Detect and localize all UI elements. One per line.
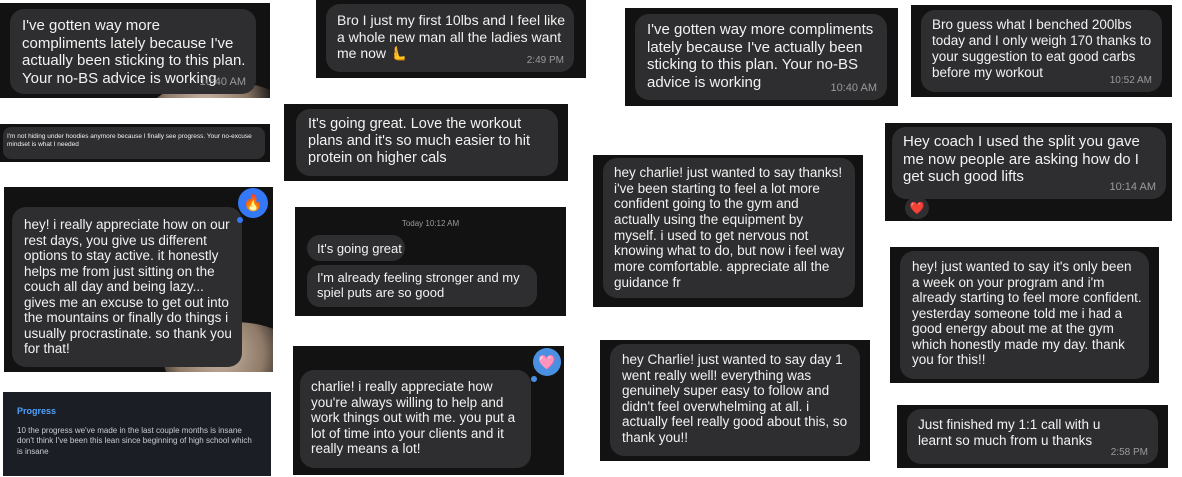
message-text: Bro guess what I benched 200lbs today an…: [932, 17, 1152, 80]
message-text: charlie! i really appreciate how you're …: [311, 379, 516, 457]
message-bubble: It's going great. Love the workout plans…: [296, 109, 558, 176]
message-time: 10:40 AM: [830, 82, 877, 95]
fire-reaction: 🔥: [238, 188, 268, 218]
message-text: Just finished my 1:1 call with u learnt …: [918, 417, 1101, 448]
heart-icon: ❤️: [909, 201, 925, 215]
message-text: 10 the progress we've made in the last c…: [17, 426, 252, 456]
message-bubble: Bro guess what I benched 200lbs today an…: [921, 10, 1162, 92]
message-text: hey Charlie! just wanted to say day 1 we…: [622, 352, 848, 445]
heart-reaction: ❤️: [905, 197, 929, 219]
message-text: I'm already feeling stronger and my spie…: [317, 270, 520, 301]
message-bubble: I'm already feeling stronger and my spie…: [307, 265, 537, 307]
message-bubble: charlie! i really appreciate how you're …: [300, 370, 531, 468]
message-card: hey Charlie! just wanted to say day 1 we…: [600, 340, 870, 461]
message-bubble: hey! just wanted to say it's only been a…: [900, 251, 1149, 379]
message-time: 10:14 AM: [1109, 181, 1156, 194]
message-bubble: Hey coach I used the split you gave me n…: [892, 127, 1166, 199]
message-text: Bro I just my first 10lbs and I feel lik…: [337, 12, 565, 62]
message-card: Bro guess what I benched 200lbs today an…: [911, 5, 1172, 97]
message-text: hey! just wanted to say it's only been a…: [912, 259, 1142, 368]
message-card: hey charlie! just wanted to say thanks! …: [593, 155, 863, 307]
conversation-card: Today 10:12 AM It's going great I'm alre…: [295, 207, 566, 316]
message-text: It's going great. Love the workout plans…: [308, 116, 530, 167]
message-bubble: It's going great: [307, 235, 405, 261]
message-bubble: Just finished my 1:1 call with u learnt …: [907, 409, 1158, 464]
message-bubble: I'm not hiding under hoodies anymore bec…: [3, 127, 265, 159]
message-card: Progress 10 the progress we've made in t…: [3, 392, 271, 476]
reaction-tail-dot: [531, 376, 537, 382]
pink-heart-icon: 🩷: [538, 353, 556, 370]
message-text: Hey coach I used the split you gave me n…: [903, 133, 1140, 186]
message-bubble: Bro I just my first 10lbs and I feel lik…: [326, 4, 574, 72]
reaction-tail-dot: [237, 217, 243, 223]
message-card: hey! i really appreciate how on our rest…: [4, 187, 273, 372]
fire-icon: 🔥: [243, 195, 263, 212]
message-card: I've gotten way more compliments lately …: [0, 3, 270, 98]
message-text: I'm not hiding under hoodies anymore bec…: [7, 133, 252, 148]
message-text: hey charlie! just wanted to say thanks! …: [614, 165, 845, 290]
message-text: It's going great: [317, 241, 402, 256]
message-bubble: hey! i really appreciate how on our rest…: [12, 207, 242, 367]
message-card: Just finished my 1:1 call with u learnt …: [897, 405, 1168, 468]
message-card: It's going great. Love the workout plans…: [284, 104, 568, 181]
message-bubble: I've gotten way more compliments lately …: [10, 9, 256, 94]
message-card: hey! just wanted to say it's only been a…: [890, 247, 1159, 383]
message-time: 2:58 PM: [1110, 447, 1148, 459]
message-time: 2:49 PM: [526, 55, 564, 67]
message-time: 10:52 AM: [1109, 75, 1152, 87]
message-bubble: I've gotten way more compliments lately …: [635, 14, 887, 100]
message-bubble: hey Charlie! just wanted to say day 1 we…: [610, 344, 860, 456]
message-bubble: hey charlie! just wanted to say thanks! …: [603, 158, 855, 298]
message-card: I've gotten way more compliments lately …: [625, 8, 898, 106]
message-time: 10:40 AM: [199, 76, 246, 89]
pink-heart-reaction: 🩷: [533, 348, 561, 376]
message-card: I'm not hiding under hoodies anymore bec…: [0, 124, 270, 162]
message-title: Progress: [17, 406, 57, 416]
message-card: Hey coach I used the split you gave me n…: [885, 123, 1172, 221]
conversation-timestamp: Today 10:12 AM: [401, 219, 460, 228]
message-card: Bro I just my first 10lbs and I feel lik…: [316, 0, 586, 78]
message-text: hey! i really appreciate how on our rest…: [24, 217, 232, 357]
message-card: charlie! i really appreciate how you're …: [293, 346, 564, 475]
